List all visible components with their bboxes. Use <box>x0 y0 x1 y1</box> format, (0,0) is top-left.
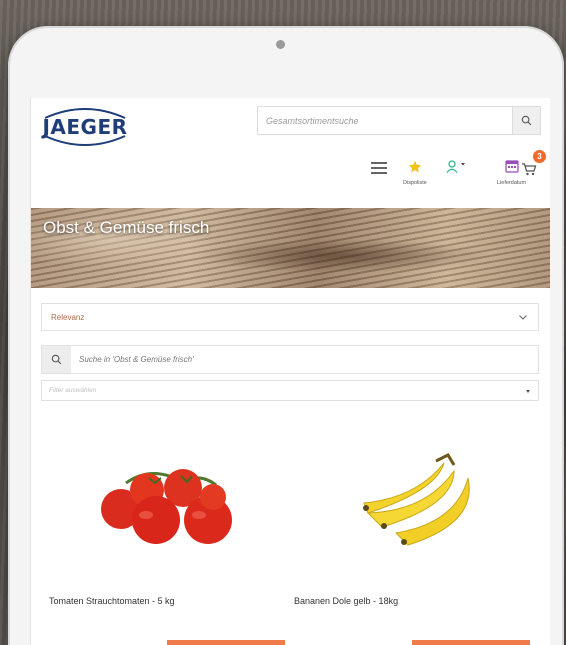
hamburger-menu-icon[interactable] <box>371 162 387 174</box>
category-search-input[interactable] <box>71 346 531 373</box>
user-account-button[interactable] <box>446 160 466 178</box>
add-to-cart-button[interactable] <box>167 640 285 645</box>
dispoliste-button[interactable]: Dispoliste <box>403 160 427 186</box>
sort-value: Relevanz <box>51 313 85 322</box>
header-icons: Dispoliste Lieferdatum 3 <box>361 150 550 194</box>
sort-select[interactable]: Relevanz <box>41 303 539 331</box>
logo-text: JAEGER <box>42 115 128 139</box>
product-card[interactable]: Tomaten Strauchtomaten - 5 kg <box>41 443 285 645</box>
tablet-camera <box>276 40 285 49</box>
category-banner: Obst & Gemüse frisch <box>31 208 550 288</box>
filter-placeholder: Filter auswählen <box>49 387 97 394</box>
caret-down-icon <box>461 163 465 166</box>
calendar-icon <box>504 160 519 173</box>
global-search-input[interactable] <box>258 107 512 134</box>
caret-down-icon <box>526 390 530 393</box>
dispoliste-label: Dispoliste <box>403 180 427 186</box>
category-search-button[interactable] <box>42 346 71 373</box>
search-icon <box>521 115 532 126</box>
jaeger-logo[interactable]: JAEGER <box>41 104 129 148</box>
search-icon <box>51 354 62 365</box>
bananas-image <box>363 453 470 546</box>
shopping-cart-icon <box>522 163 537 176</box>
global-search-button[interactable] <box>512 107 540 134</box>
global-search <box>257 106 541 135</box>
cart-count-badge: 3 <box>533 150 546 163</box>
user-icon <box>446 160 465 173</box>
category-title: Obst & Gemüse frisch <box>43 218 210 237</box>
add-to-cart-button[interactable] <box>412 640 530 645</box>
product-name[interactable]: Tomaten Strauchtomaten - 5 kg <box>49 596 175 606</box>
tomatoes-image <box>101 469 232 544</box>
star-icon <box>408 160 422 173</box>
product-name[interactable]: Bananen Dole gelb - 18kg <box>294 596 398 606</box>
product-card[interactable]: Bananen Dole gelb - 18kg <box>286 443 530 645</box>
chevron-down-icon <box>519 315 527 320</box>
category-search <box>41 345 539 374</box>
cart-button[interactable] <box>521 162 537 181</box>
filter-select[interactable]: Filter auswählen <box>41 380 539 401</box>
tablet-screen: JAEGER Dispoliste <box>30 98 550 645</box>
